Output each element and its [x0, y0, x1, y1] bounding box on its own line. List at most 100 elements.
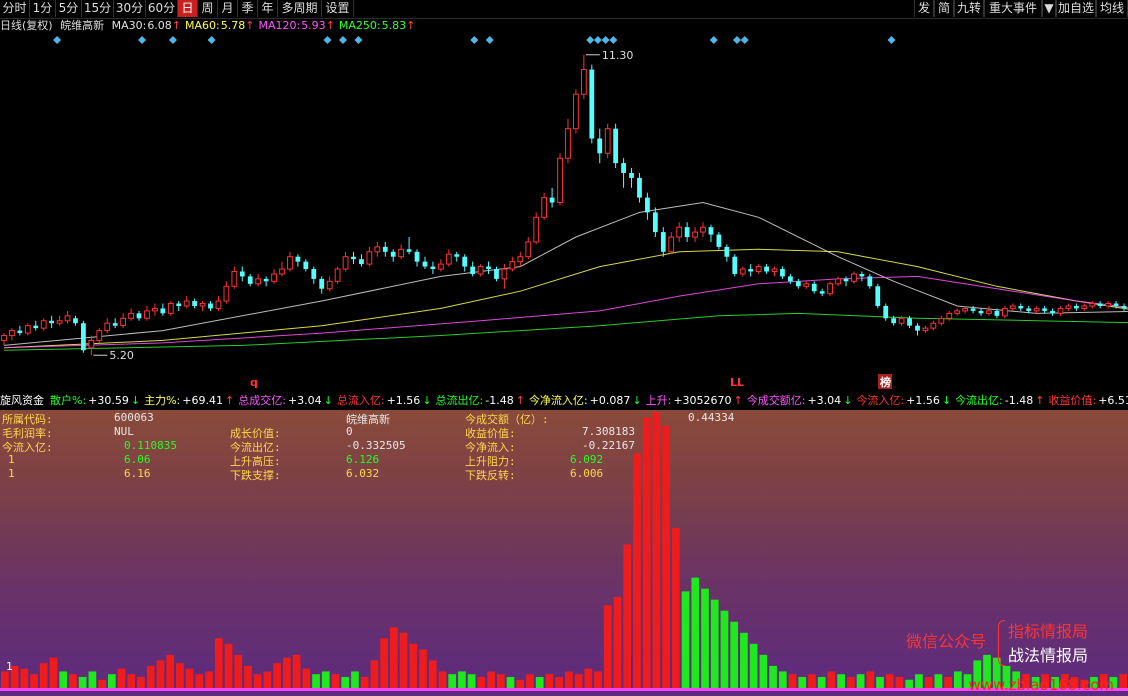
candle-body: [112, 323, 118, 326]
volume-bar: [419, 649, 427, 688]
flow-label: 今成交额亿:: [746, 394, 806, 407]
flow-arrow: ↓: [323, 394, 333, 407]
toolbar-tab-10[interactable]: 年: [258, 0, 278, 17]
candle-body: [780, 269, 785, 277]
candle-body: [851, 273, 857, 282]
flow-label: 今净流入亿:: [528, 394, 588, 407]
candle-body: [406, 249, 412, 252]
bottom-mark-0: q: [250, 376, 258, 389]
flow-label: 旋风资金: [0, 394, 44, 407]
signal-diamond: [470, 36, 479, 44]
volume-bar: [253, 674, 262, 688]
volume-bar: [166, 654, 175, 688]
toolbar-tab-12[interactable]: 设置: [322, 0, 354, 17]
flow-label: 总流入亿:: [336, 394, 385, 407]
candle-body: [414, 251, 420, 262]
info-r1-v3: 0.44334: [688, 411, 735, 424]
toolbar-tab-8[interactable]: 月: [218, 0, 238, 17]
volume-bar: [1119, 674, 1127, 688]
flow-arrow: ↓: [632, 394, 642, 407]
price-chart-panel[interactable]: 11.30 5.20 q LL 榜 日线(复权) 皖维高新 MA30:6.08↑ MA60…: [0, 18, 1128, 392]
toolbar-tab-0[interactable]: 分时: [0, 0, 30, 17]
flow-arrow: ↓: [843, 394, 853, 407]
volume-bar: [506, 676, 515, 688]
volume-bar: [934, 674, 943, 688]
candle-body: [962, 307, 969, 312]
signal-diamond: [168, 36, 177, 44]
candle-body: [1, 335, 7, 341]
toolbar-right-5[interactable]: 加自选: [1056, 0, 1096, 17]
candle-body: [351, 256, 356, 260]
candle-body: [986, 310, 992, 314]
volume-bar: [496, 674, 505, 688]
toolbar-right-6[interactable]: 均线: [1096, 0, 1128, 17]
volume-bar: [749, 643, 758, 688]
toolbar-tab-4[interactable]: 30分: [114, 0, 146, 17]
volume-baseline: [0, 688, 1128, 691]
candle-body: [843, 278, 849, 282]
volume-bar: [847, 676, 855, 688]
toolbar-right-0[interactable]: 发: [914, 0, 934, 17]
candle-body: [167, 303, 174, 314]
candle-body: [56, 320, 63, 324]
candle-body: [374, 246, 381, 253]
candle-body: [613, 128, 619, 164]
toolbar-tab-5[interactable]: 60分: [146, 0, 178, 17]
flow-label: 上升:: [645, 394, 672, 407]
candle-body: [477, 266, 484, 275]
stock-name: 皖维高新: [60, 19, 105, 32]
volume-bar: [740, 632, 748, 688]
ma-arrow: ↑: [325, 19, 335, 32]
low-price-label: 5.20: [109, 349, 134, 362]
flow-value: +1.56: [906, 394, 940, 407]
toolbar-right-2[interactable]: 九转: [954, 0, 984, 17]
candle-body: [144, 310, 150, 319]
candle-body: [462, 256, 468, 267]
volume-bar: [185, 668, 194, 688]
candle-body: [104, 322, 111, 332]
volume-bar: [467, 674, 476, 688]
candlestick-chart[interactable]: 11.30 5.20 q LL 榜: [0, 18, 1128, 392]
volume-bar: [642, 417, 651, 688]
flow-value: -1.48: [485, 394, 514, 407]
toolbar-tab-3[interactable]: 15分: [82, 0, 114, 17]
flow-label: 收益价值:: [1048, 394, 1097, 407]
flow-value: -1.48: [1004, 394, 1034, 407]
volume-bar: [380, 638, 388, 688]
candle-body: [1033, 307, 1040, 312]
candle-body: [215, 300, 222, 309]
toolbar-right-1[interactable]: 简: [934, 0, 954, 17]
toolbar-right-3[interactable]: 重大事件: [984, 0, 1042, 17]
volume-bar: [671, 527, 680, 688]
volume-bar: [146, 665, 155, 688]
toolbar-tab-1[interactable]: 1分: [30, 0, 56, 17]
volume-bar: [730, 621, 739, 688]
toolbar-tab-7[interactable]: 周: [198, 0, 218, 17]
toolbar-tab-9[interactable]: 季: [238, 0, 258, 17]
candle-body: [454, 254, 460, 257]
candle-body: [81, 323, 86, 351]
volume-bar: [623, 544, 632, 688]
volume-bar: [49, 657, 58, 688]
candle-body: [1050, 310, 1055, 314]
candle-body: [24, 325, 31, 334]
ma-label: MA250:: [338, 19, 381, 32]
info-r4-l1: 1: [8, 453, 15, 466]
ma-legend-item-0: MA30:6.08↑: [112, 19, 181, 32]
signal-diamond: [887, 36, 896, 44]
toolbar-tab-6[interactable]: 日: [178, 0, 198, 17]
flow-value: +6.51: [1098, 394, 1128, 407]
volume-bar: [915, 674, 923, 688]
volume-bar: [263, 671, 272, 688]
candle-body: [326, 280, 333, 290]
toolbar-tab-11[interactable]: 多周期: [278, 0, 322, 17]
toolbar-tab-2[interactable]: 5分: [56, 0, 82, 17]
candle-body: [120, 317, 127, 327]
volume-bar: [389, 627, 398, 688]
volume-bar: [545, 674, 554, 688]
toolbar-right-4[interactable]: ▼: [1042, 0, 1056, 17]
volume-bar: [924, 676, 933, 688]
volume-bar: [321, 671, 330, 688]
candle-body: [192, 301, 198, 306]
volume-bar: [594, 671, 602, 688]
